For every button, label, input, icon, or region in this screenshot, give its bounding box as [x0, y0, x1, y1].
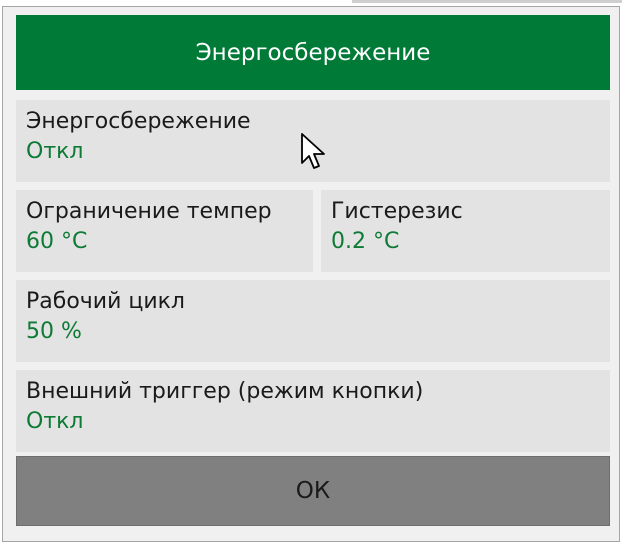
ok-button[interactable]: ОК: [16, 456, 610, 526]
background-window-edge: [352, 0, 622, 3]
temperature-limit-value: 60 °C: [26, 229, 88, 254]
duty-cycle-label: Рабочий цикл: [26, 289, 185, 314]
temperature-limit-field[interactable]: Ограничение темпер 60 °C: [16, 190, 313, 272]
temperature-limit-label: Ограничение темпер: [26, 199, 272, 224]
hysteresis-field[interactable]: Гистерезис 0.2 °C: [321, 190, 610, 272]
hysteresis-value: 0.2 °C: [331, 229, 400, 254]
hysteresis-label: Гистерезис: [331, 199, 463, 224]
external-trigger-field[interactable]: Внешний триггер (режим кнопки) Откл: [16, 370, 610, 452]
external-trigger-value: Откл: [26, 409, 84, 434]
duty-cycle-value: 50 %: [26, 319, 82, 344]
mouse-pointer-icon: [301, 133, 325, 169]
external-trigger-label: Внешний триггер (режим кнопки): [26, 379, 424, 404]
duty-cycle-field[interactable]: Рабочий цикл 50 %: [16, 280, 610, 362]
dialog-title: Энергосбережение: [16, 15, 610, 90]
